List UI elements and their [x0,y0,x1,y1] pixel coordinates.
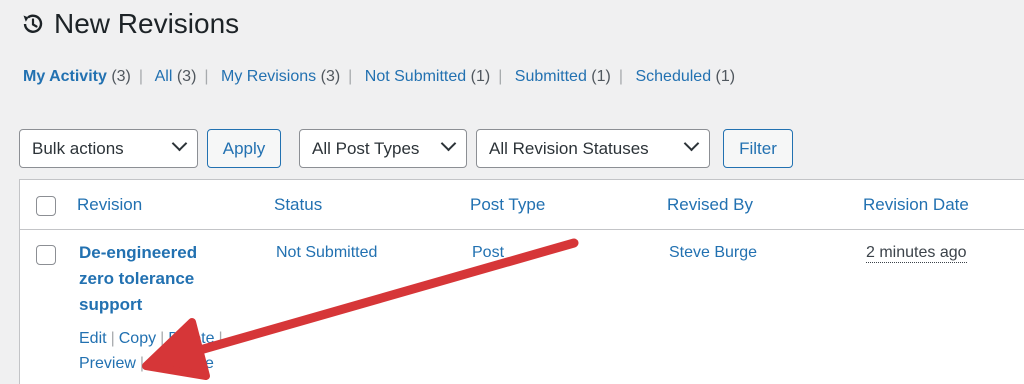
post-types-select[interactable]: All Post Types [299,129,467,168]
preview-action[interactable]: Preview [79,355,136,372]
chevron-down-icon [440,135,457,152]
column-revision-date[interactable]: Revision Date [863,195,969,215]
separator: | [218,330,223,347]
revision-status: Not Submitted [276,244,378,261]
separator: | [138,68,144,85]
filter-all[interactable]: All [155,68,173,85]
bulk-actions-value: Bulk actions [32,138,124,158]
bulk-actions-select[interactable]: Bulk actions [19,129,198,168]
chevron-down-icon [171,135,188,152]
column-status[interactable]: Status [274,195,322,215]
column-post-type[interactable]: Post Type [470,195,545,215]
filter-count: (3) [176,68,197,85]
delete-action[interactable]: Delete [168,330,214,347]
filter-not-submitted[interactable]: Not Submitted [365,68,466,85]
filter-my-revisions[interactable]: My Revisions [221,68,316,85]
filter-submitted[interactable]: Submitted [515,68,587,85]
revisions-table: Revision Status Post Type Revised By Rev… [19,179,1024,384]
table-header: Revision Status Post Type Revised By Rev… [20,180,1024,230]
post-types-value: All Post Types [312,138,420,158]
edit-action[interactable]: Edit [79,330,107,347]
filter-count: (1) [715,68,736,85]
filter-my-activity[interactable]: My Activity [23,68,107,85]
filter-count: (3) [320,68,341,85]
column-revised-by[interactable]: Revised By [667,195,753,215]
history-icon [20,11,46,37]
row-actions: Edit | Copy | Delete | [79,330,227,348]
separator: | [160,330,165,347]
filter-count: (1) [470,68,491,85]
apply-button[interactable]: Apply [207,129,281,168]
filter-button[interactable]: Filter [723,129,793,168]
revision-title-link[interactable]: De-engineered zero tolerance support [79,240,229,318]
filter-count: (1) [591,68,611,85]
revised-by-link[interactable]: Steve Burge [669,244,757,262]
separator: | [204,68,209,85]
separator: | [110,330,115,347]
filter-scheduled[interactable]: Scheduled [635,68,711,85]
copy-action[interactable]: Copy [119,330,156,347]
filter-views: My Activity (3) | All (3) | My Revisions (… [23,68,735,86]
column-revision[interactable]: Revision [77,195,142,215]
separator: | [618,68,624,85]
revision-date: 2 minutes ago [866,244,967,263]
select-all-checkbox[interactable] [36,196,56,216]
separator: | [348,68,353,85]
post-type-link[interactable]: Post [472,244,504,262]
chevron-down-icon [683,135,700,152]
revision-statuses-value: All Revision Statuses [489,138,649,158]
page-title-text: New Revisions [54,8,240,39]
row-checkbox[interactable] [36,245,56,265]
separator: | [139,355,145,372]
separator: | [498,68,503,85]
row-actions: Preview | Compare [79,355,214,373]
revision-statuses-select[interactable]: All Revision Statuses [476,129,710,168]
page-title: New Revisions [20,8,239,40]
filter-count: (3) [111,68,131,85]
compare-action[interactable]: Compare [148,355,214,372]
